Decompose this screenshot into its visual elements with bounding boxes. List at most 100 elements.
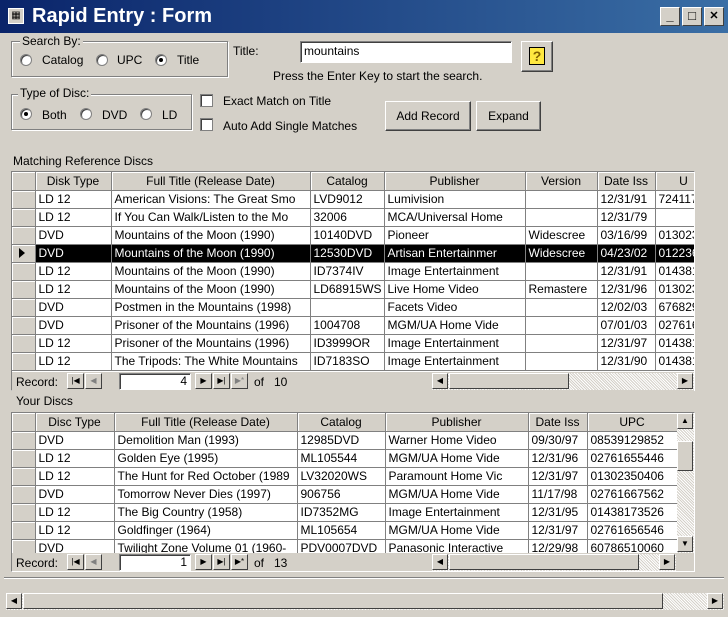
cell-disc-type[interactable]: LD 12: [35, 449, 115, 468]
cell-publisher[interactable]: MGM/UA Home Vide: [385, 485, 529, 504]
col-upc[interactable]: U: [655, 172, 694, 191]
radio-both[interactable]: [20, 108, 32, 120]
minimize-button[interactable]: _: [660, 7, 680, 26]
new-record-button[interactable]: ▶*: [231, 373, 248, 389]
auto-add-checkbox[interactable]: [200, 118, 213, 131]
next-record-button[interactable]: ▶: [195, 554, 212, 570]
vertical-scroll-thumb[interactable]: [677, 441, 693, 471]
table-row[interactable]: DVD Tomorrow Never Dies (1997) 906756 MGM/U…: [12, 485, 678, 504]
radio-ld[interactable]: [140, 108, 152, 120]
cell-date-iss[interactable]: 04/23/02: [597, 244, 656, 263]
cell-publisher[interactable]: MGM/UA Home Vide: [385, 521, 529, 540]
cell-date-iss[interactable]: 03/16/99: [597, 226, 656, 245]
cell-full-title[interactable]: American Visions: The Great Smo: [111, 190, 311, 209]
col-publisher[interactable]: Publisher: [385, 413, 529, 432]
row-selector[interactable]: [12, 298, 36, 317]
col-disc-type[interactable]: Disc Type: [35, 413, 115, 432]
row-selector[interactable]: [12, 521, 36, 540]
radio-catalog-label[interactable]: Catalog: [42, 53, 83, 67]
your-discs-vertical-scrollbar[interactable]: ▲ ▼: [677, 413, 694, 553]
radio-upc[interactable]: [96, 54, 108, 66]
cell-catalog[interactable]: 10140DVD: [310, 226, 385, 245]
table-row[interactable]: LD 12 The Hunt for Red October (1989 LV320…: [12, 467, 678, 486]
your-discs-grid[interactable]: Disc Type Full Title (Release Date) Cata…: [11, 412, 695, 572]
cell-catalog[interactable]: 12985DVD: [297, 431, 386, 450]
cell-upc[interactable]: 676829: [655, 298, 694, 317]
cell-disc-type[interactable]: LD 12: [35, 503, 115, 522]
cell-disk-type[interactable]: DVD: [35, 316, 112, 335]
cell-full-title[interactable]: Mountains of the Moon (1990): [111, 262, 311, 281]
cell-disk-type[interactable]: DVD: [35, 298, 112, 317]
cell-date-iss[interactable]: 07/01/03: [597, 316, 656, 335]
cell-full-title[interactable]: Demolition Man (1993): [114, 431, 298, 450]
table-row-current[interactable]: DVD Mountains of the Moon (1990) 12530DVD A…: [12, 244, 694, 263]
row-selector[interactable]: [12, 503, 36, 522]
radio-dvd[interactable]: [80, 108, 92, 120]
row-selector[interactable]: [12, 226, 36, 245]
row-selector[interactable]: [12, 449, 36, 468]
col-full-title[interactable]: Full Title (Release Date): [114, 413, 298, 432]
col-date-iss[interactable]: Date Iss: [528, 413, 588, 432]
table-row[interactable]: LD 12 Golden Eye (1995) ML105544 MGM/UA Hom…: [12, 449, 678, 468]
next-record-button[interactable]: ▶: [195, 373, 212, 389]
radio-upc-label[interactable]: UPC: [117, 53, 142, 67]
table-row[interactable]: DVD Mountains of the Moon (1990) 10140DVD P…: [12, 226, 694, 245]
last-record-button[interactable]: ▶|: [213, 373, 230, 389]
cell-upc[interactable]: 01438173526: [587, 503, 678, 522]
cell-upc[interactable]: 08539129852: [587, 431, 678, 450]
row-selector-current[interactable]: [12, 244, 36, 263]
cell-version[interactable]: [525, 298, 598, 317]
cell-date-iss[interactable]: 09/30/97: [528, 431, 588, 450]
col-version[interactable]: Version: [525, 172, 598, 191]
radio-ld-label[interactable]: LD: [162, 108, 177, 122]
cell-version[interactable]: Remastere: [525, 280, 598, 299]
radio-title-label[interactable]: Title: [177, 53, 199, 67]
cell-version[interactable]: Widescree: [525, 244, 598, 263]
scroll-down-button[interactable]: ▼: [677, 536, 693, 552]
previous-record-button[interactable]: ◀: [85, 554, 102, 570]
cell-disk-type[interactable]: DVD: [35, 244, 112, 263]
scroll-left-button[interactable]: ◀: [432, 373, 448, 389]
row-selector[interactable]: [12, 316, 36, 335]
form-horizontal-scrollbar[interactable]: ◀ ▶: [6, 593, 724, 610]
cell-disk-type[interactable]: LD 12: [35, 352, 112, 371]
table-row[interactable]: LD 12 Mountains of the Moon (1990) LD68915…: [12, 280, 694, 299]
cell-upc[interactable]: 013023: [655, 226, 694, 245]
cell-catalog[interactable]: 32006: [310, 208, 385, 227]
add-record-button[interactable]: Add Record: [385, 101, 471, 131]
cell-upc[interactable]: 724117: [655, 190, 694, 209]
cell-publisher[interactable]: Artisan Entertainmer: [384, 244, 526, 263]
cell-upc[interactable]: 027616: [655, 316, 694, 335]
cell-publisher[interactable]: Image Entertainment: [384, 262, 526, 281]
your-discs-horizontal-scrollbar[interactable]: ◀ ▶: [432, 554, 676, 571]
close-button[interactable]: ✕: [704, 7, 724, 26]
cell-catalog[interactable]: LD68915WS: [310, 280, 385, 299]
form-scroll-right-button[interactable]: ▶: [707, 593, 723, 609]
table-row[interactable]: LD 12 Mountains of the Moon (1990) ID7374I…: [12, 262, 694, 281]
last-record-button[interactable]: ▶|: [213, 554, 230, 570]
cell-version[interactable]: [525, 316, 598, 335]
cell-publisher[interactable]: Image Entertainment: [385, 503, 529, 522]
first-record-button[interactable]: |◀: [67, 373, 84, 389]
cell-catalog[interactable]: ID3999OR: [310, 334, 385, 353]
row-selector[interactable]: [12, 280, 36, 299]
exact-match-label[interactable]: Exact Match on Title: [223, 94, 331, 108]
cell-catalog[interactable]: 1004708: [310, 316, 385, 335]
cell-catalog[interactable]: ID7352MG: [297, 503, 386, 522]
cell-version[interactable]: [525, 190, 598, 209]
cell-upc[interactable]: 014381: [655, 352, 694, 371]
new-record-button[interactable]: ▶*: [231, 554, 248, 570]
cell-date-iss[interactable]: 12/31/91: [597, 190, 656, 209]
radio-title[interactable]: [155, 54, 167, 66]
cell-disk-type[interactable]: LD 12: [35, 208, 112, 227]
cell-date-iss[interactable]: 11/17/98: [528, 485, 588, 504]
row-selector[interactable]: [12, 485, 36, 504]
table-row[interactable]: LD 12 If You Can Walk/Listen to the Mo 320…: [12, 208, 694, 227]
table-row[interactable]: LD 12 Goldfinger (1964) ML105654 MGM/UA Hom…: [12, 521, 678, 540]
cell-full-title[interactable]: The Big Country (1958): [114, 503, 298, 522]
row-selector[interactable]: [12, 467, 36, 486]
cell-version[interactable]: [525, 334, 598, 353]
cell-publisher[interactable]: Paramount Home Vic: [385, 467, 529, 486]
cell-upc[interactable]: 02761667562: [587, 485, 678, 504]
cell-catalog[interactable]: [310, 298, 385, 317]
